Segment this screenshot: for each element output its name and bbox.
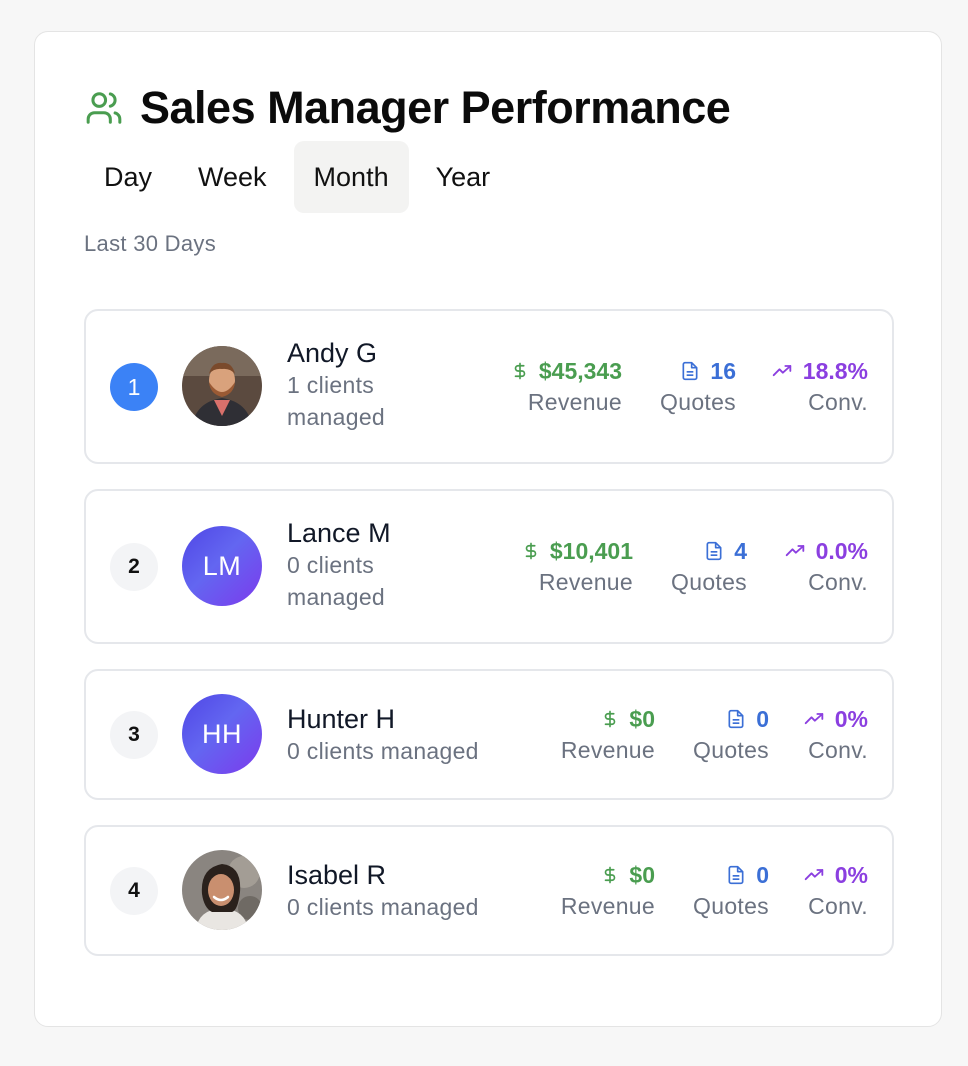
manager-row[interactable]: 1 Andy G 1 clients managed $45,343 Reven… [84, 309, 894, 464]
avatar: LM [182, 526, 262, 606]
quotes-label: Quotes [693, 737, 769, 763]
rank-badge: 2 [110, 543, 158, 591]
conversion-value: 18.8% [802, 358, 868, 384]
quotes-value: 0 [756, 706, 769, 732]
page-title: Sales Manager Performance [140, 82, 731, 133]
manager-info: Andy G 1 clients managed [287, 337, 437, 433]
conversion-label: Conv. [808, 893, 868, 919]
quotes-value: 0 [756, 862, 769, 888]
users-icon [86, 92, 122, 124]
manager-list: 1 Andy G 1 clients managed $45,343 Reven… [84, 309, 894, 981]
conversion-label: Conv. [808, 569, 868, 595]
dollar-icon [605, 866, 616, 884]
manager-name: Isabel R [287, 860, 387, 890]
revenue-metric: $45,343 Revenue [511, 356, 622, 419]
avatar [182, 346, 262, 426]
trending-up-icon [785, 545, 804, 557]
clients-managed: 1 clients managed [287, 372, 386, 430]
tab-day[interactable]: Day [85, 141, 171, 213]
sales-manager-performance-card: Sales Manager Performance Day Week Month… [34, 31, 942, 1027]
revenue-metric: $0 Revenue [561, 704, 655, 767]
document-icon [682, 361, 698, 381]
manager-name: Andy G [287, 338, 378, 368]
avatar: HH [182, 694, 262, 774]
period-tabs: Day Week Month Year [85, 141, 509, 213]
quotes-value: 16 [710, 358, 736, 384]
revenue-value: $45,343 [538, 358, 622, 384]
quotes-metric: 4 Quotes [671, 536, 747, 599]
clients-managed: 0 clients managed [287, 894, 479, 920]
avatar-photo [182, 850, 262, 930]
manager-name: Lance M [287, 518, 391, 548]
conversion-metric: 0% Conv. [803, 860, 868, 923]
quotes-label: Quotes [671, 569, 747, 595]
dollar-icon [525, 542, 537, 560]
conversion-value: 0% [834, 706, 868, 732]
manager-row[interactable]: 3 HH Hunter H 0 clients managed $0 Reven… [84, 669, 894, 800]
revenue-label: Revenue [527, 389, 622, 415]
document-icon [728, 709, 744, 729]
revenue-metric: $10,401 Revenue [522, 536, 633, 599]
clients-managed: 0 clients managed [287, 738, 479, 764]
revenue-metric: $0 Revenue [561, 860, 655, 923]
dollar-icon [514, 362, 526, 380]
conversion-label: Conv. [808, 389, 868, 415]
trending-up-icon [804, 869, 823, 881]
tab-month[interactable]: Month [293, 141, 409, 213]
conversion-metric: 0.0% Conv. [784, 536, 868, 599]
quotes-label: Quotes [660, 389, 736, 415]
manager-info: Hunter H 0 clients managed [287, 703, 479, 767]
revenue-label: Revenue [560, 737, 655, 763]
rank-badge: 3 [110, 711, 158, 759]
trending-up-icon [772, 365, 792, 377]
quotes-metric: 16 Quotes [660, 356, 736, 419]
quotes-value: 4 [734, 538, 747, 564]
quotes-label: Quotes [693, 893, 769, 919]
rank-badge: 4 [110, 867, 158, 915]
manager-row[interactable]: 4 Isabel R 0 clients managed $0 Revenue … [84, 825, 894, 956]
manager-row[interactable]: 2 LM Lance M 0 clients managed $10,401 R… [84, 489, 894, 644]
clients-managed: 0 clients managed [287, 552, 386, 610]
manager-name: Hunter H [287, 704, 396, 734]
conversion-metric: 0% Conv. [803, 704, 868, 767]
quotes-metric: 0 Quotes [693, 704, 769, 767]
document-icon [706, 541, 722, 561]
revenue-label: Revenue [538, 569, 633, 595]
dollar-icon [605, 710, 616, 728]
period-label: Last 30 Days [84, 231, 217, 256]
avatar [182, 850, 262, 930]
document-icon [728, 865, 744, 885]
revenue-value: $10,401 [549, 538, 633, 564]
quotes-metric: 0 Quotes [693, 860, 769, 923]
revenue-value: $0 [629, 862, 655, 888]
conversion-metric: 18.8% Conv. [771, 356, 868, 419]
manager-info: Lance M 0 clients managed [287, 517, 437, 613]
tab-week[interactable]: Week [179, 141, 286, 213]
avatar-photo [182, 346, 262, 426]
trending-up-icon [804, 713, 823, 725]
conversion-value: 0% [834, 862, 868, 888]
revenue-label: Revenue [560, 893, 655, 919]
revenue-value: $0 [629, 706, 655, 732]
tab-year[interactable]: Year [417, 141, 510, 213]
conversion-label: Conv. [808, 737, 868, 763]
rank-badge: 1 [110, 363, 158, 411]
manager-info: Isabel R 0 clients managed [287, 859, 479, 923]
card-header: Sales Manager Performance [85, 82, 731, 134]
conversion-value: 0.0% [815, 538, 868, 564]
